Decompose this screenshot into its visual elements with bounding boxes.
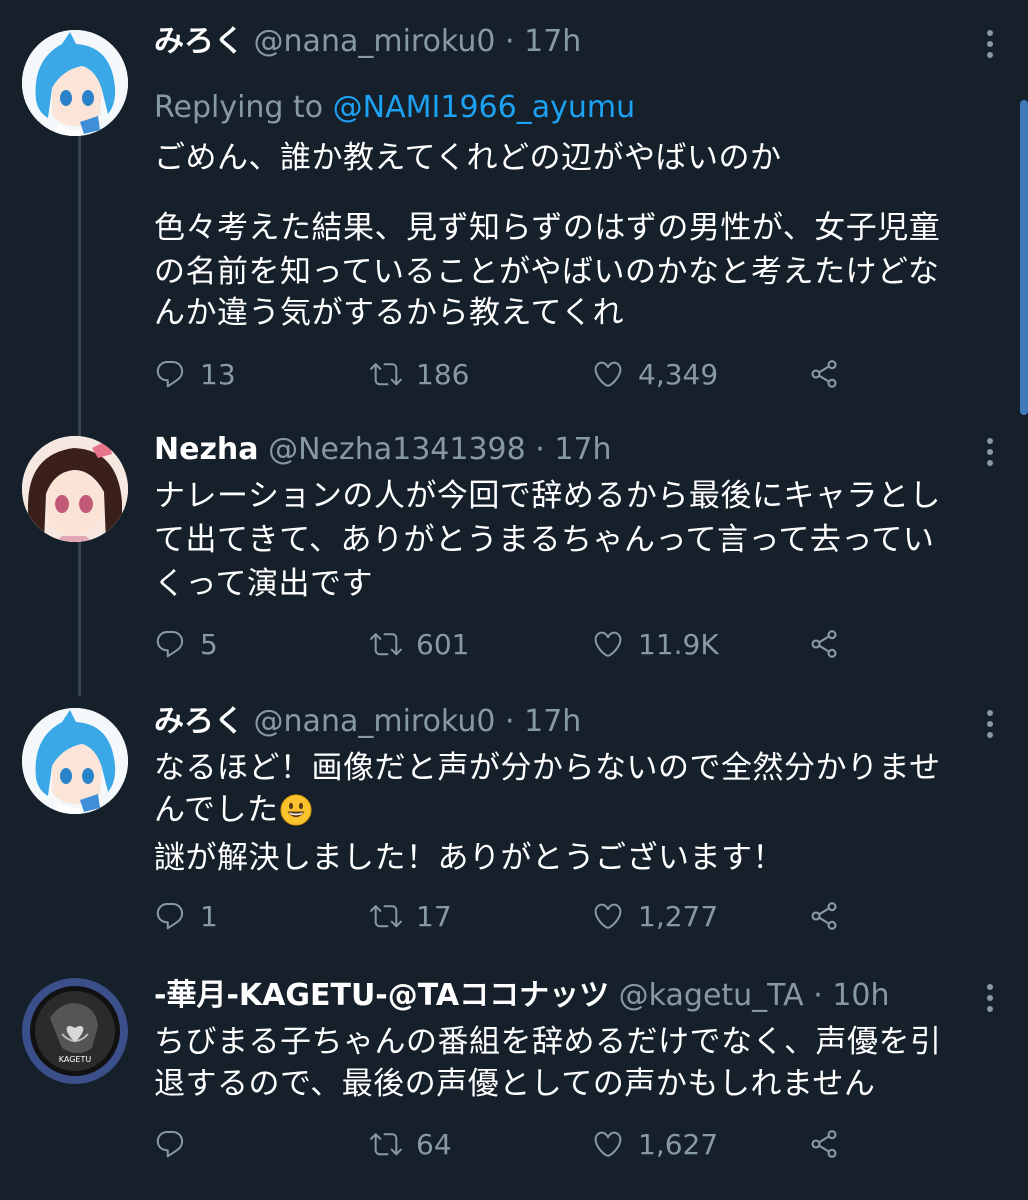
display-name[interactable]: -華月-KAGETU-@TAココナッツ (154, 978, 609, 1013)
reply-icon (154, 628, 186, 660)
tweet[interactable]: Nezha @Nezha1341398 · 17h ナレーションの人が今回で辞め… (0, 430, 1028, 690)
share-icon (808, 628, 840, 660)
heart-icon (592, 358, 624, 390)
share-icon (808, 358, 840, 390)
retweet-count: 601 (416, 627, 470, 661)
retweet-count: 186 (416, 357, 470, 391)
retweet-icon (370, 1128, 402, 1160)
share-button[interactable] (808, 624, 840, 664)
retweet-count: 64 (416, 1127, 452, 1161)
retweet-count: 17 (416, 899, 452, 933)
tweet-text-line: くって演出です (154, 566, 373, 602)
retweet-icon (370, 900, 402, 932)
reply-count: 1 (200, 899, 218, 933)
avatar[interactable] (22, 708, 128, 814)
separator: · (535, 432, 545, 467)
share-icon (808, 1128, 840, 1160)
reply-icon (154, 358, 186, 390)
user-handle[interactable]: @nana_miroku0 (254, 24, 496, 59)
heart-icon (592, 1128, 624, 1160)
tweet[interactable]: KAGETU -華月-KAGETU-@TAココナッツ @kagetu_TA · … (0, 974, 1028, 1200)
tweet-text-line: て出てきて、ありがとうまるちゃんって言って去ってい (154, 522, 935, 558)
user-handle[interactable]: @Nezha1341398 (268, 432, 526, 467)
tweet-text-line-with-emoji: んでした (154, 790, 312, 830)
retweet-button[interactable]: 64 (370, 1124, 452, 1164)
grinning-face-emoji (280, 794, 312, 826)
retweet-button[interactable]: 186 (370, 354, 469, 394)
tweet[interactable]: みろく @nana_miroku0 · 17h なるほど！画像だと声が分からない… (0, 702, 1028, 960)
user-handle[interactable]: @kagetu_TA (619, 978, 804, 1013)
reply-button[interactable]: 1 (154, 896, 218, 936)
timestamp[interactable]: 17h (554, 432, 611, 467)
replying-to: Replying to @NAMI1966_ayumu (154, 88, 635, 128)
reply-button[interactable] (154, 1124, 200, 1164)
tweet-text: んでした (154, 792, 279, 828)
tweet-text-line: 色々考えた結果、見ず知らずのはずの男性が、女子児童 (154, 210, 941, 246)
retweet-icon (370, 358, 402, 390)
more-vertical-icon[interactable] (976, 704, 1004, 744)
tweet-text-line: んか違う気がするから教えてくれ (154, 295, 625, 331)
retweet-icon (370, 628, 402, 660)
tweet-header: -華月-KAGETU-@TAココナッツ @kagetu_TA · 10h (154, 976, 958, 1016)
like-button[interactable]: 4,349 (592, 354, 718, 394)
share-button[interactable] (808, 896, 840, 936)
share-icon (808, 900, 840, 932)
like-button[interactable]: 1,277 (592, 896, 718, 936)
tweet-text-line: ナレーションの人が今回で辞めるから最後にキャラとし (154, 478, 941, 514)
tweet-header: Nezha @Nezha1341398 · 17h (154, 430, 958, 470)
avatar-text: KAGETU (59, 1055, 92, 1064)
tweet-text-line: ちびまる子ちゃんの番組を辞めるだけでなく、声優を引 (154, 1024, 942, 1060)
avatar[interactable]: KAGETU (22, 978, 128, 1084)
heart-icon (592, 628, 624, 660)
tweet[interactable]: みろく @nana_miroku0 · 17h Replying to @NAM… (0, 20, 1028, 420)
avatar[interactable] (22, 436, 128, 542)
share-button[interactable] (808, 1124, 840, 1164)
display-name[interactable]: みろく (154, 24, 244, 59)
tweet-text-line: 謎が解決しました！ありがとうございます！ (154, 840, 784, 876)
avatar[interactable] (22, 30, 128, 136)
more-vertical-icon[interactable] (976, 432, 1004, 472)
reply-icon (154, 1128, 186, 1160)
tweet-text-line: ごめん、誰か教えてくれどの辺がやばいのか (154, 140, 782, 176)
timestamp[interactable]: 10h (832, 978, 889, 1013)
replying-to-label: Replying to (154, 90, 333, 125)
tweet-header: みろく @nana_miroku0 · 17h (154, 702, 958, 742)
retweet-button[interactable]: 17 (370, 896, 452, 936)
share-button[interactable] (808, 354, 840, 394)
tweet-text-line: 退するので、最後の声優としての声かもしれません (154, 1066, 876, 1102)
timestamp[interactable]: 17h (524, 704, 581, 739)
reply-count: 5 (200, 627, 218, 661)
like-count: 1,277 (638, 899, 719, 933)
like-count: 11.9K (638, 627, 719, 661)
tweet-text-line: の名前を知っていることがやばいのかなと考えたけどな (154, 254, 940, 290)
reply-icon (154, 900, 186, 932)
display-name[interactable]: Nezha (154, 432, 259, 467)
timestamp[interactable]: 17h (524, 24, 581, 59)
user-handle[interactable]: @nana_miroku0 (254, 704, 496, 739)
like-button[interactable]: 11.9K (592, 624, 719, 664)
like-count: 4,349 (638, 357, 719, 391)
display-name[interactable]: みろく (154, 704, 244, 739)
reply-count: 13 (200, 357, 236, 391)
reply-button[interactable]: 5 (154, 624, 218, 664)
tweet-text-line: なるほど！画像だと声が分からないので全然分かりませ (154, 750, 941, 786)
separator: · (505, 704, 515, 739)
reply-button[interactable]: 13 (154, 354, 236, 394)
reply-mention-link[interactable]: @NAMI1966_ayumu (333, 90, 635, 125)
retweet-button[interactable]: 601 (370, 624, 469, 664)
more-vertical-icon[interactable] (976, 978, 1004, 1018)
heart-icon (592, 900, 624, 932)
like-count: 1,627 (638, 1127, 719, 1161)
like-button[interactable]: 1,627 (592, 1124, 718, 1164)
separator: · (505, 24, 515, 59)
more-vertical-icon[interactable] (976, 24, 1004, 64)
tweet-header: みろく @nana_miroku0 · 17h (154, 22, 958, 62)
separator: · (813, 978, 823, 1013)
